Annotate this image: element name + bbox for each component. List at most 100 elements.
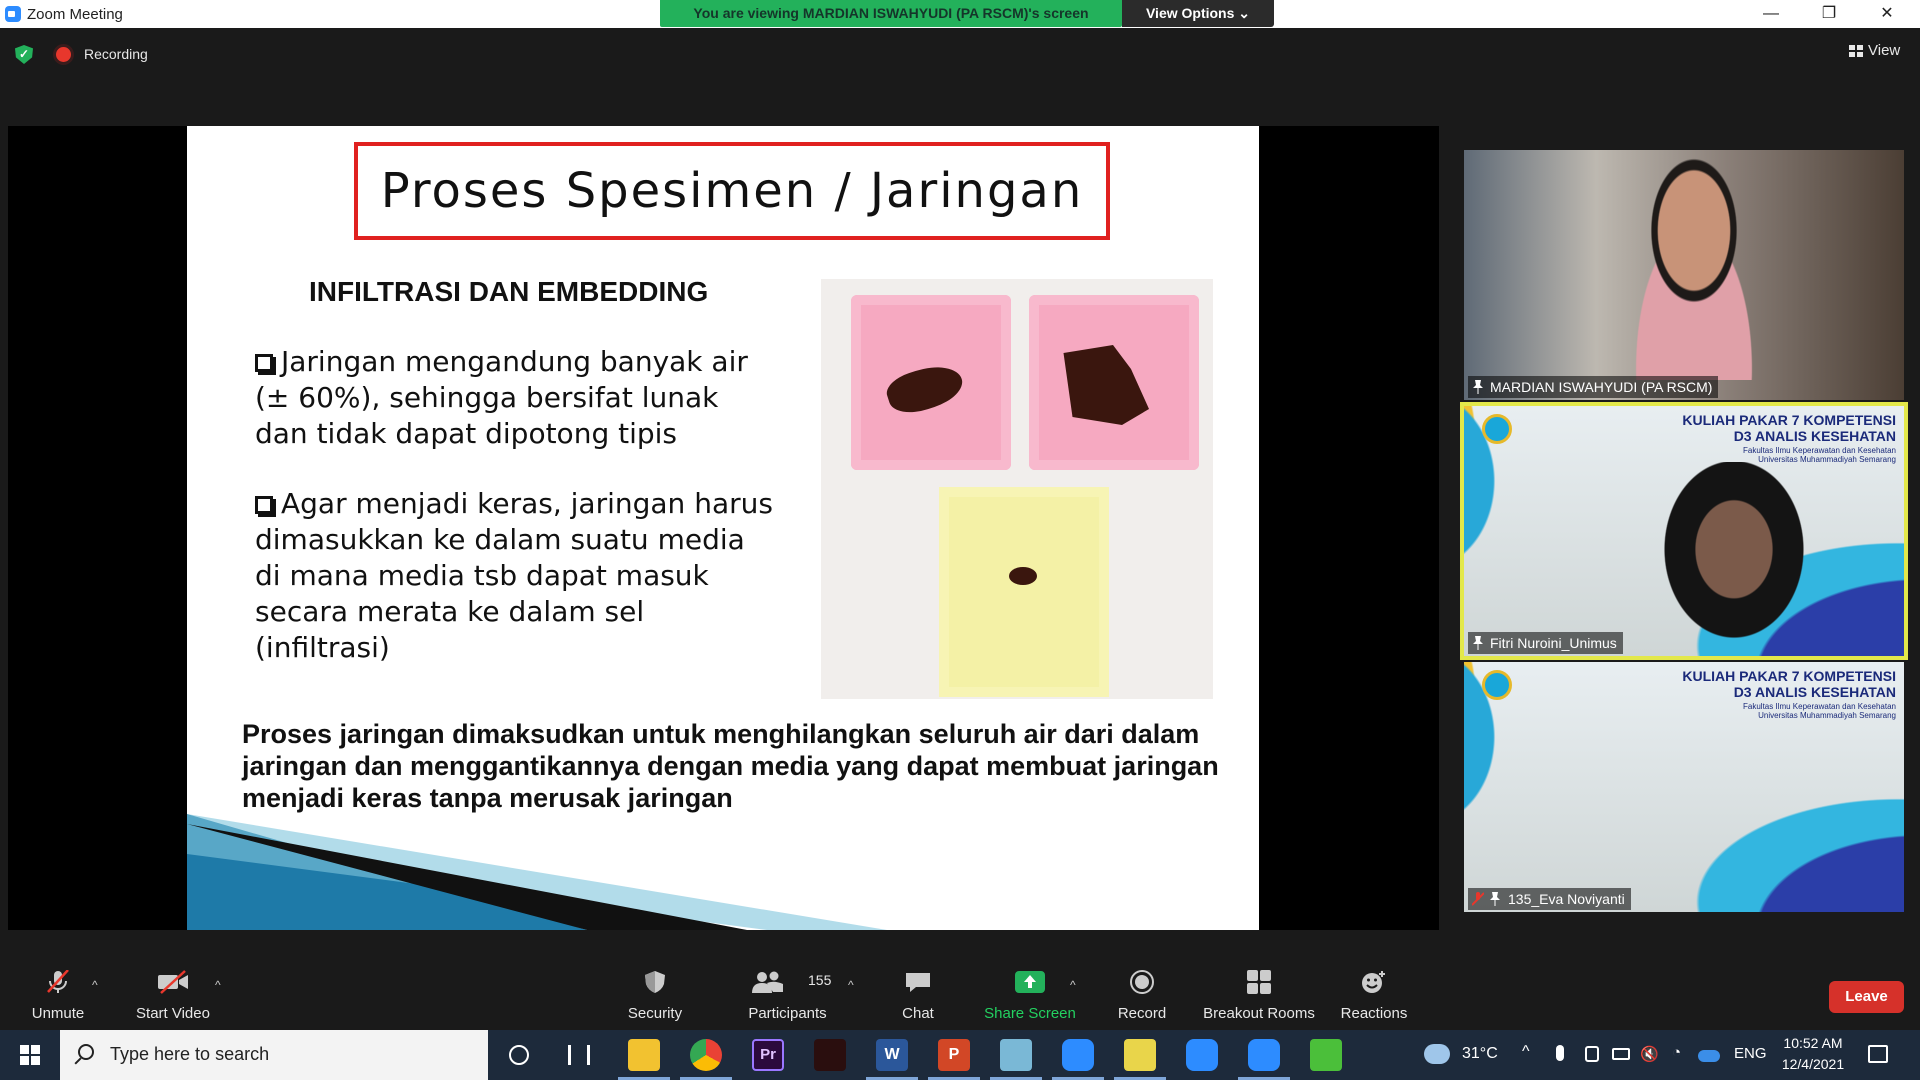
weather-icon[interactable] xyxy=(1424,1044,1450,1064)
zoom-taskbar-icon[interactable] xyxy=(1186,1039,1218,1071)
start-video-button[interactable]: Start Video xyxy=(130,950,216,1030)
slide-conclusion: Proses jaringan dimaksudkan untuk menghi… xyxy=(242,719,1219,813)
microphone-icon[interactable] xyxy=(1556,1045,1564,1061)
chat-button[interactable]: Chat xyxy=(888,950,948,1030)
windows-taskbar: Type here to search Pr W P 31°C ^ 🔇 ◔ EN… xyxy=(0,1030,1920,1080)
participant-name: 135_Eva Noviyanti xyxy=(1468,888,1631,910)
windows-start-button[interactable] xyxy=(0,1030,60,1080)
shield-icon xyxy=(645,971,665,993)
participant-person xyxy=(1650,462,1818,656)
slide-title-box: Proses Spesimen / Jaringan xyxy=(354,142,1110,240)
clock-time[interactable]: 10:52 AM xyxy=(1778,1035,1848,1051)
leave-button[interactable]: Leave xyxy=(1829,981,1904,1013)
participants-options-caret[interactable]: ^ xyxy=(848,978,854,992)
search-placeholder: Type here to search xyxy=(110,1044,270,1064)
reactions-button[interactable]: Reactions xyxy=(1334,950,1414,1030)
slide-decoration xyxy=(187,814,887,930)
slide-bullet: Agar menjadi keras, jaringan harus dimas… xyxy=(255,487,773,664)
tray-expand-icon[interactable]: ^ xyxy=(1522,1043,1530,1061)
speaker-muted-icon[interactable]: 🔇 xyxy=(1640,1045,1659,1063)
powerpoint-icon[interactable]: P xyxy=(938,1039,970,1071)
paraffin-block-pink xyxy=(851,295,1011,470)
record-button[interactable]: Record xyxy=(1110,950,1174,1030)
participant-video-tile[interactable]: KULIAH PAKAR 7 KOMPETENSI D3 ANALIS KESE… xyxy=(1460,402,1908,660)
banner-title: KULIAH PAKAR 7 KOMPETENSI D3 ANALIS KESE… xyxy=(1682,668,1896,700)
participants-count: 155 xyxy=(808,972,832,988)
pin-icon xyxy=(1473,380,1483,394)
participant-name: Fitri Nuroini_Unimus xyxy=(1468,632,1623,654)
paraffin-block-pink xyxy=(1029,295,1199,470)
recording-icon[interactable] xyxy=(56,47,71,62)
participant-person xyxy=(1604,150,1784,380)
breakout-rooms-button[interactable]: Breakout Rooms xyxy=(1196,950,1322,1030)
notification-icon[interactable] xyxy=(1868,1045,1888,1063)
banner-wave xyxy=(1664,782,1904,912)
cortana-icon[interactable] xyxy=(509,1045,529,1065)
record-icon xyxy=(1130,970,1154,994)
meeting-toolbar: Unmute ^ Start Video ^ Security 155 Part… xyxy=(0,950,1920,1030)
participants-icon xyxy=(752,971,783,993)
window-title: Zoom Meeting xyxy=(27,6,123,23)
zoom-taskbar-icon[interactable] xyxy=(1248,1039,1280,1071)
checkbox-bullet-icon xyxy=(255,354,273,372)
wifi-icon[interactable]: ◔ xyxy=(1672,1044,1681,1061)
recording-label: Recording xyxy=(84,46,148,62)
minimize-button[interactable]: — xyxy=(1748,0,1794,28)
unmute-button[interactable]: Unmute xyxy=(18,950,98,1030)
tissue-block-photo xyxy=(821,279,1213,699)
device-icon[interactable] xyxy=(1585,1046,1599,1062)
participant-video-tile[interactable]: KULIAH PAKAR 7 KOMPETENSI D3 ANALIS KESE… xyxy=(1464,662,1904,912)
battery-icon[interactable] xyxy=(1612,1048,1630,1060)
view-button[interactable]: View xyxy=(1868,42,1900,59)
game-app-icon[interactable] xyxy=(814,1039,846,1071)
app-icon[interactable] xyxy=(1310,1039,1342,1071)
temperature: 31°C xyxy=(1462,1045,1498,1062)
participant-video-tile[interactable]: MARDIAN ISWAHYUDI (PA RSCM) xyxy=(1464,150,1904,400)
banner-wave xyxy=(1464,406,1564,656)
chrome-icon[interactable] xyxy=(690,1039,722,1071)
app-icon[interactable] xyxy=(1000,1039,1032,1071)
calculator-icon[interactable] xyxy=(1124,1039,1156,1071)
share-options-caret[interactable]: ^ xyxy=(1070,978,1076,992)
pin-icon xyxy=(1490,892,1500,906)
breakout-rooms-icon xyxy=(1247,970,1271,994)
muted-mic-icon xyxy=(47,970,69,993)
zoom-logo-icon xyxy=(5,6,21,22)
premiere-pro-icon[interactable]: Pr xyxy=(752,1039,784,1071)
slide-title: Proses Spesimen / Jaringan xyxy=(380,163,1084,219)
file-explorer-icon[interactable] xyxy=(628,1039,660,1071)
zoom-window: Zoom Meeting — ❐ ✕ You are viewing MARDI… xyxy=(0,0,1920,1080)
zoom-taskbar-icon[interactable] xyxy=(1062,1039,1094,1071)
security-button[interactable]: Security xyxy=(620,950,690,1030)
close-button[interactable]: ✕ xyxy=(1864,0,1910,28)
tissue-sample xyxy=(1063,345,1149,425)
participant-name: MARDIAN ISWAHYUDI (PA RSCM) xyxy=(1468,376,1719,398)
university-logo-icon xyxy=(1482,414,1512,444)
search-icon xyxy=(78,1044,94,1060)
video-off-icon xyxy=(158,970,188,994)
pin-icon xyxy=(1473,636,1483,650)
share-screen-icon xyxy=(1015,971,1045,993)
audio-options-caret[interactable]: ^ xyxy=(92,978,98,992)
share-screen-button[interactable]: Share Screen xyxy=(980,950,1080,1030)
video-options-caret[interactable]: ^ xyxy=(215,978,221,992)
grid-view-icon[interactable] xyxy=(1849,45,1863,57)
paraffin-block-yellow xyxy=(939,487,1109,697)
chat-icon xyxy=(906,973,930,992)
checkbox-bullet-icon xyxy=(255,496,273,514)
language-indicator[interactable]: ENG xyxy=(1734,1045,1767,1062)
word-icon[interactable]: W xyxy=(876,1039,908,1071)
clock-date[interactable]: 12/4/2021 xyxy=(1778,1056,1848,1072)
slide-subtitle: INFILTRASI DAN EMBEDDING xyxy=(309,276,709,307)
banner-title: KULIAH PAKAR 7 KOMPETENSI D3 ANALIS KESE… xyxy=(1682,412,1896,444)
slide-bullet: Jaringan mengandung banyak air (± 60%), … xyxy=(255,345,748,450)
reactions-icon xyxy=(1362,971,1385,993)
restore-button[interactable]: ❐ xyxy=(1806,0,1852,28)
participants-button[interactable]: 155 Participants xyxy=(740,950,835,1030)
tissue-sample xyxy=(1009,567,1037,585)
view-options-button[interactable]: View Options ⌄ xyxy=(1122,0,1274,27)
taskbar-search-box[interactable]: Type here to search xyxy=(60,1030,488,1080)
onedrive-icon[interactable] xyxy=(1698,1050,1720,1062)
task-view-icon[interactable] xyxy=(568,1045,590,1065)
banner-wave xyxy=(1464,662,1564,912)
